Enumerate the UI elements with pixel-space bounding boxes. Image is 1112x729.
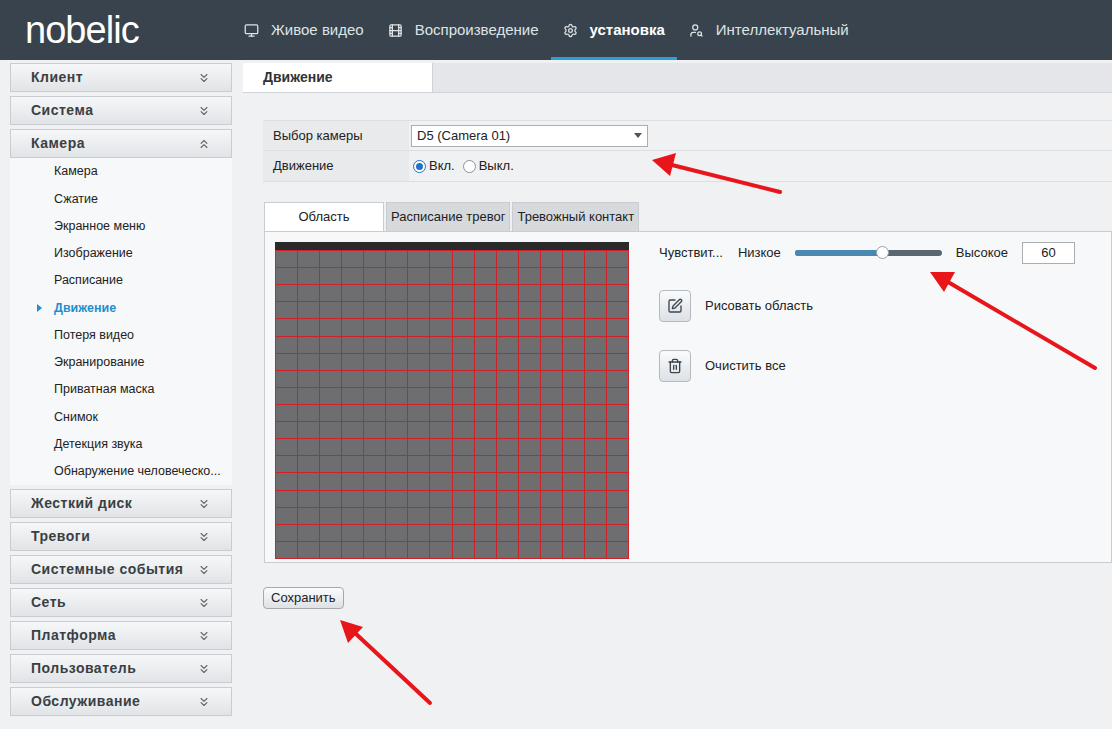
nav: Живое видеоВоспроизведениеустановкаИнтел… bbox=[232, 0, 861, 60]
main: ДвижениеВыбор камерыD5 (Camera 01)Движен… bbox=[243, 63, 1112, 716]
sidebar-header[interactable]: Платформа bbox=[10, 621, 232, 650]
sidebar-section: КамераКамераСжатиеЭкранное менюИзображен… bbox=[10, 129, 232, 485]
subtab[interactable]: Область bbox=[264, 202, 384, 231]
draw-icon bbox=[667, 298, 683, 314]
slider-thumb[interactable] bbox=[876, 246, 889, 259]
sidebar-item[interactable]: Сжатие bbox=[10, 185, 232, 212]
sidebar-item[interactable]: Детекция звука bbox=[10, 431, 232, 458]
action-button[interactable]: Очистить все bbox=[659, 350, 1075, 382]
sensitivity-row: Чувствит...НизкоеВысокое60 bbox=[659, 242, 1075, 264]
sidebar-header[interactable]: Тревоги bbox=[10, 522, 232, 551]
form-label: Выбор камеры bbox=[263, 121, 409, 150]
expand-icon bbox=[197, 104, 211, 118]
selected-marker bbox=[37, 304, 42, 312]
expand-icon bbox=[197, 530, 211, 544]
logo: nobelic bbox=[0, 0, 232, 60]
sensitivity-slider[interactable] bbox=[795, 250, 942, 256]
nav-icon bbox=[244, 23, 259, 38]
sidebar-header[interactable]: Обслуживание bbox=[10, 687, 232, 716]
sidebar: КлиентСистемаКамераКамераСжатиеЭкранное … bbox=[10, 63, 232, 716]
sidebar-section: Пользователь bbox=[10, 654, 232, 683]
subtab-bar: ОбластьРасписание тревогТревожный контак… bbox=[264, 202, 1112, 231]
sidebar-section: Жесткий диск bbox=[10, 489, 232, 518]
form-label: Движение bbox=[263, 151, 409, 181]
dropdown-icon bbox=[634, 133, 642, 138]
area-panel: Чувствит...НизкоеВысокое60 Рисовать облас… bbox=[264, 231, 1112, 563]
sidebar-section: Платформа bbox=[10, 621, 232, 650]
page-tab-bar: Движение bbox=[243, 63, 1112, 93]
radio-option[interactable]: Выкл. bbox=[463, 156, 514, 176]
sensitivity-input[interactable]: 60 bbox=[1022, 242, 1075, 264]
trash-icon bbox=[667, 358, 683, 374]
sidebar-section: Система bbox=[10, 96, 232, 125]
nav-item[interactable]: установка bbox=[551, 0, 677, 60]
sidebar-header[interactable]: Пользователь bbox=[10, 654, 232, 683]
page-tab[interactable]: Движение bbox=[243, 63, 433, 92]
expand-icon bbox=[197, 629, 211, 643]
sidebar-item[interactable]: Камера bbox=[10, 158, 232, 185]
sidebar-header[interactable]: Клиент bbox=[10, 63, 232, 92]
sidebar-item[interactable]: Движение bbox=[10, 294, 232, 321]
subtab[interactable]: Расписание тревог bbox=[386, 202, 510, 231]
sidebar-item[interactable]: Изображение bbox=[10, 240, 232, 267]
collapse-icon bbox=[197, 137, 211, 151]
expand-icon bbox=[197, 497, 211, 511]
expand-icon bbox=[197, 71, 211, 85]
annotation-arrows bbox=[0, 0, 1112, 729]
motion-grid[interactable] bbox=[275, 250, 629, 559]
form-value: D5 (Camera 01) bbox=[409, 121, 648, 150]
form-row: ДвижениеВкл. Выкл. bbox=[263, 151, 1112, 181]
expand-icon bbox=[197, 596, 211, 610]
nav-icon bbox=[388, 23, 403, 38]
body: КлиентСистемаКамераКамераСжатиеЭкранное … bbox=[0, 60, 1112, 716]
form-row: Выбор камерыD5 (Camera 01) bbox=[263, 121, 1112, 151]
action-button[interactable]: Рисовать область bbox=[659, 290, 1075, 322]
sidebar-header[interactable]: Жесткий диск bbox=[10, 489, 232, 518]
area-controls: Чувствит...НизкоеВысокое60 Рисовать облас… bbox=[659, 242, 1075, 559]
subtab[interactable]: Тревожный контакт bbox=[512, 202, 639, 231]
content: Выбор камерыD5 (Camera 01)ДвижениеВкл.Вы… bbox=[243, 93, 1112, 609]
sidebar-item[interactable]: Обнаружение человеческо... bbox=[10, 458, 232, 485]
sidebar-item[interactable]: Снимок bbox=[10, 403, 232, 430]
radio-icon bbox=[463, 160, 476, 173]
nav-icon bbox=[689, 23, 704, 38]
sidebar-item[interactable]: Потеря видео bbox=[10, 322, 232, 349]
nav-item[interactable]: Живое видео bbox=[232, 0, 376, 60]
sidebar-item[interactable]: Приватная маска bbox=[10, 376, 232, 403]
sidebar-header[interactable]: Сеть bbox=[10, 588, 232, 617]
sidebar-header[interactable]: Камера bbox=[10, 129, 232, 158]
expand-icon bbox=[197, 662, 211, 676]
save-button[interactable]: Сохранить bbox=[263, 587, 344, 609]
top-bar: nobelicЖивое видеоВоспроизведениеустанов… bbox=[0, 0, 1112, 60]
page: nobelicЖивое видеоВоспроизведениеустанов… bbox=[0, 0, 1112, 729]
sidebar-item[interactable]: Экранное меню bbox=[10, 213, 232, 240]
radio-option[interactable]: Вкл. bbox=[413, 156, 455, 176]
sidebar-header[interactable]: Система bbox=[10, 96, 232, 125]
nav-item[interactable]: Воспроизведение bbox=[376, 0, 551, 60]
sidebar-items: КамераСжатиеЭкранное менюИзображениеРасп… bbox=[10, 158, 232, 485]
sidebar-item[interactable]: Расписание bbox=[10, 267, 232, 294]
expand-icon bbox=[197, 563, 211, 577]
nav-item[interactable]: Интеллектуальный bbox=[677, 0, 861, 60]
sidebar-header[interactable]: Системные события bbox=[10, 555, 232, 584]
form: Выбор камерыD5 (Camera 01)ДвижениеВкл.Вы… bbox=[263, 120, 1112, 182]
radio-group: Вкл. Выкл. bbox=[409, 151, 514, 181]
camera-select[interactable]: D5 (Camera 01) bbox=[411, 125, 648, 147]
sidebar-section: Системные события bbox=[10, 555, 232, 584]
video-preview bbox=[275, 242, 629, 559]
sidebar-section: Клиент bbox=[10, 63, 232, 92]
sidebar-section: Тревоги bbox=[10, 522, 232, 551]
radio-icon bbox=[413, 160, 426, 173]
sidebar-section: Сеть bbox=[10, 588, 232, 617]
sidebar-item[interactable]: Экранирование bbox=[10, 349, 232, 376]
expand-icon bbox=[197, 695, 211, 709]
nav-icon bbox=[563, 23, 578, 38]
sidebar-section: Обслуживание bbox=[10, 687, 232, 716]
